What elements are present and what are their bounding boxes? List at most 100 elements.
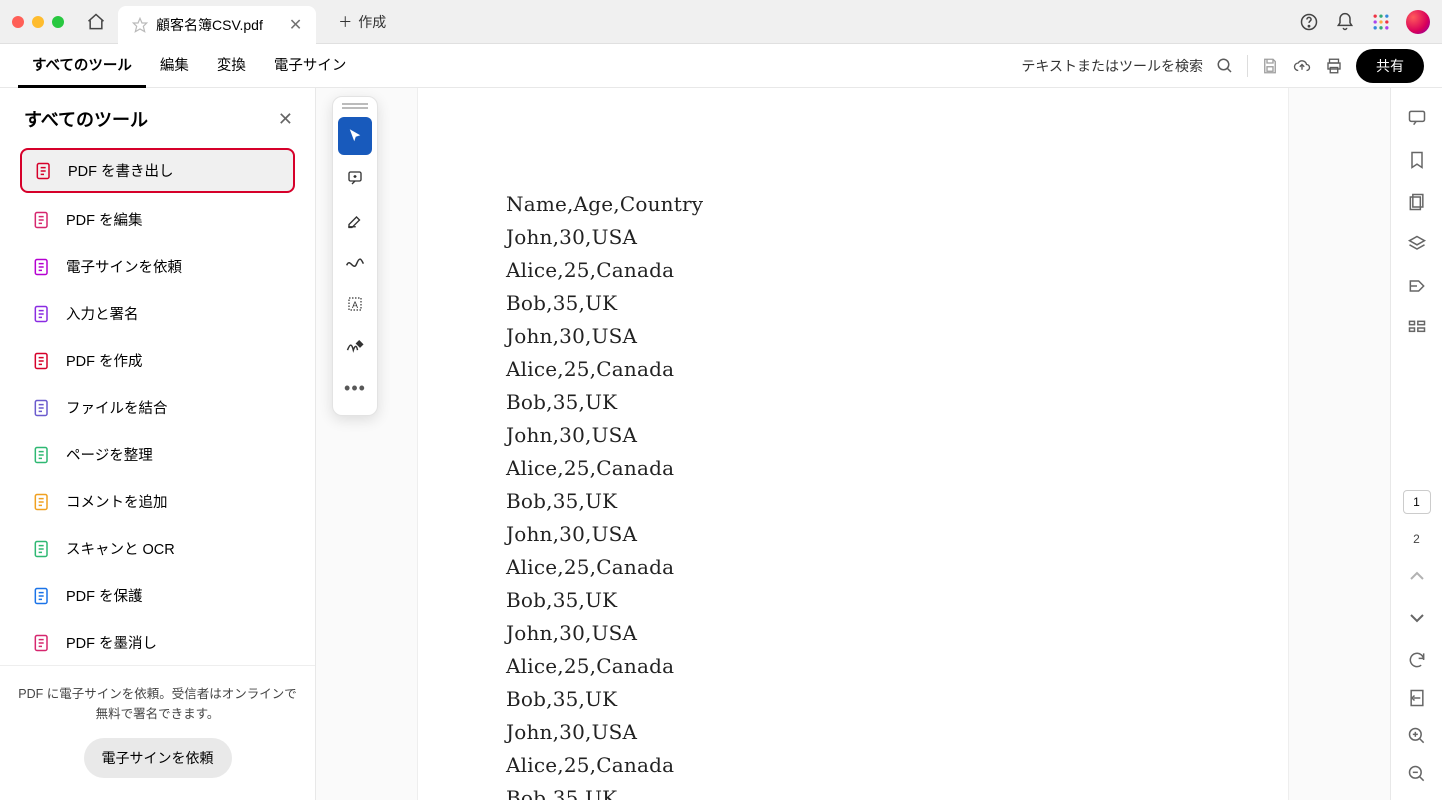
comment-tool[interactable] bbox=[338, 159, 372, 197]
tool-label: PDF を墨消し bbox=[66, 632, 157, 653]
edit-pdf-icon bbox=[32, 210, 52, 230]
notification-icon[interactable] bbox=[1334, 11, 1356, 33]
zoom-in-icon[interactable] bbox=[1405, 724, 1429, 748]
fill-sign-tool[interactable]: 入力と署名 bbox=[20, 293, 295, 334]
sidebar-close-button[interactable]: ✕ bbox=[278, 109, 293, 130]
help-icon[interactable] bbox=[1298, 11, 1320, 33]
titlebar: 顧客名簿CSV.pdf ✕ ＋ 作成 bbox=[0, 0, 1442, 44]
tool-label: 電子サインを依頼 bbox=[66, 256, 182, 277]
new-tab-label: 作成 bbox=[358, 12, 386, 32]
document-text-line: Bob,35,UK bbox=[506, 584, 1200, 617]
document-viewport[interactable]: Name,Age,CountryJohn,30,USAAlice,25,Cana… bbox=[316, 88, 1390, 800]
apps-icon[interactable] bbox=[1370, 11, 1392, 33]
document-text-line: Bob,35,UK bbox=[506, 287, 1200, 320]
minimize-window-button[interactable] bbox=[32, 16, 44, 28]
menu-item[interactable]: 電子サイン bbox=[260, 44, 361, 88]
annotation-toolbox[interactable]: A ••• bbox=[332, 96, 378, 416]
request-esign-button[interactable]: 電子サインを依頼 bbox=[84, 738, 232, 778]
sidebar-footer: PDF に電子サインを依頼。受信者はオンラインで無料で署名できます。 電子サイン… bbox=[0, 665, 315, 800]
rotate-icon[interactable] bbox=[1405, 648, 1429, 672]
document-text-line: John,30,USA bbox=[506, 320, 1200, 353]
svg-text:A: A bbox=[352, 300, 358, 310]
document-text-line: Alice,25,Canada bbox=[506, 650, 1200, 683]
document-tab[interactable]: 顧客名簿CSV.pdf ✕ bbox=[118, 6, 316, 44]
document-text-line: Bob,35,UK bbox=[506, 782, 1200, 800]
document-text-line: John,30,USA bbox=[506, 617, 1200, 650]
document-text-line: Bob,35,UK bbox=[506, 683, 1200, 716]
page-indicator-total: 2 bbox=[1413, 532, 1420, 546]
star-icon[interactable] bbox=[132, 17, 148, 33]
home-button[interactable] bbox=[82, 8, 110, 36]
page-down-button[interactable] bbox=[1405, 606, 1429, 630]
select-tool[interactable] bbox=[338, 117, 372, 155]
divider bbox=[1247, 55, 1248, 77]
fit-width-icon[interactable] bbox=[1405, 686, 1429, 710]
current-page-value: 1 bbox=[1413, 495, 1420, 509]
create-pdf-tool[interactable]: PDF を作成 bbox=[20, 340, 295, 381]
document-text-line: Bob,35,UK bbox=[506, 485, 1200, 518]
user-avatar[interactable] bbox=[1406, 10, 1430, 34]
menu-item[interactable]: 編集 bbox=[146, 44, 203, 88]
tab-title: 顧客名簿CSV.pdf bbox=[156, 15, 263, 35]
scan-ocr-icon bbox=[32, 539, 52, 559]
document-text-line: John,30,USA bbox=[506, 716, 1200, 749]
redact-pdf-icon bbox=[32, 633, 52, 653]
page-indicator-current[interactable]: 1 bbox=[1403, 490, 1431, 514]
pages-panel-icon[interactable] bbox=[1405, 190, 1429, 214]
structure-panel-icon[interactable] bbox=[1405, 316, 1429, 340]
scan-ocr-tool[interactable]: スキャンと OCR bbox=[20, 528, 295, 569]
window-controls bbox=[12, 16, 64, 28]
cloud-upload-icon[interactable] bbox=[1292, 56, 1312, 76]
edit-pdf-tool[interactable]: PDF を編集 bbox=[20, 199, 295, 240]
tab-close-button[interactable]: ✕ bbox=[289, 15, 302, 35]
page-up-button[interactable] bbox=[1405, 564, 1429, 588]
sidebar-title: すべてのツール bbox=[24, 106, 148, 132]
print-icon[interactable] bbox=[1324, 56, 1344, 76]
protect-pdf-tool[interactable]: PDF を保護 bbox=[20, 575, 295, 616]
new-tab-button[interactable]: ＋ 作成 bbox=[326, 6, 398, 38]
tags-panel-icon[interactable] bbox=[1405, 274, 1429, 298]
tool-label: 入力と署名 bbox=[66, 303, 139, 324]
layers-panel-icon[interactable] bbox=[1405, 232, 1429, 256]
tool-label: PDF を編集 bbox=[66, 209, 143, 230]
tool-label: PDF を書き出し bbox=[68, 160, 174, 181]
share-button[interactable]: 共有 bbox=[1356, 49, 1424, 83]
export-pdf-tool[interactable]: PDF を書き出し bbox=[20, 148, 295, 193]
more-tools-button[interactable]: ••• bbox=[338, 369, 372, 407]
highlight-tool[interactable] bbox=[338, 201, 372, 239]
combine-files-tool[interactable]: ファイルを結合 bbox=[20, 387, 295, 428]
tools-sidebar: すべてのツール ✕ PDF を書き出しPDF を編集電子サインを依頼入力と署名P… bbox=[0, 88, 316, 800]
document-text-line: John,30,USA bbox=[506, 221, 1200, 254]
document-text-line: John,30,USA bbox=[506, 419, 1200, 452]
maximize-window-button[interactable] bbox=[52, 16, 64, 28]
ellipsis-icon: ••• bbox=[344, 378, 366, 399]
tool-label: ファイルを結合 bbox=[66, 397, 168, 418]
sidebar-footer-text: PDF に電子サインを依頼。受信者はオンラインで無料で署名できます。 bbox=[18, 684, 297, 724]
tool-label: PDF を保護 bbox=[66, 585, 143, 606]
redact-pdf-tool[interactable]: PDF を墨消し bbox=[20, 622, 295, 663]
draw-tool[interactable] bbox=[338, 243, 372, 281]
search-icon[interactable] bbox=[1215, 56, 1235, 76]
sign-tool[interactable] bbox=[338, 327, 372, 365]
tool-label: ページを整理 bbox=[66, 444, 153, 465]
organize-pages-tool[interactable]: ページを整理 bbox=[20, 434, 295, 475]
toolbox-drag-handle[interactable] bbox=[342, 103, 368, 109]
comment-panel-icon[interactable] bbox=[1405, 106, 1429, 130]
esign-button-label: 電子サインを依頼 bbox=[102, 750, 214, 766]
search-hint[interactable]: テキストまたはツールを検索 bbox=[1021, 56, 1203, 76]
bookmark-panel-icon[interactable] bbox=[1405, 148, 1429, 172]
menu-item[interactable]: すべてのツール bbox=[18, 44, 146, 88]
document-text-line: Alice,25,Canada bbox=[506, 254, 1200, 287]
close-window-button[interactable] bbox=[12, 16, 24, 28]
save-icon[interactable] bbox=[1260, 56, 1280, 76]
document-text-line: John,30,USA bbox=[506, 518, 1200, 551]
text-select-tool[interactable]: A bbox=[338, 285, 372, 323]
document-text-line: Bob,35,UK bbox=[506, 386, 1200, 419]
request-esign-tool[interactable]: 電子サインを依頼 bbox=[20, 246, 295, 287]
tool-list: PDF を書き出し PDF を編集電子サインを依頼入力と署名 PDF を作成ファイル… bbox=[0, 142, 315, 665]
document-text-line: Alice,25,Canada bbox=[506, 551, 1200, 584]
add-comment-tool[interactable]: コメントを追加 bbox=[20, 481, 295, 522]
menu-item[interactable]: 変換 bbox=[203, 44, 260, 88]
right-rail: 1 2 bbox=[1390, 88, 1442, 800]
zoom-out-icon[interactable] bbox=[1405, 762, 1429, 786]
